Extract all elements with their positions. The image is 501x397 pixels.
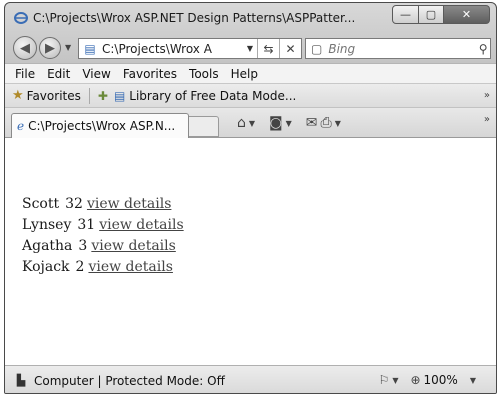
zoom-icon[interactable]: ⊕ [410,373,420,387]
forward-arrow-icon: ▶ [45,40,55,56]
list-item: Lynsey 31 view details [22,217,184,238]
menu-favorites[interactable]: Favorites [117,67,183,81]
status-bar: ▙ Computer | Protected Mode: Off ⚐ ▼ ⊕ 1… [5,366,496,393]
print-icon[interactable]: ⎙ [321,115,332,131]
home-dropdown-icon[interactable]: ▼ [249,119,255,128]
menu-bar: File Edit View Favorites Tools Help [5,63,496,84]
favorites-button[interactable]: Favorites [27,89,81,103]
maximize-button[interactable]: ▢ [419,5,444,24]
person-list: Scott 32 view details Lynsey 31 view det… [22,196,184,280]
person-age: 31 [77,217,96,233]
chevron-icon[interactable]: » [484,90,490,101]
refresh-icon[interactable]: ⇆ [257,39,279,58]
tab-current[interactable]: ℯ C:\Projects\Wrox ASP.N... [11,113,189,138]
protected-mode-icon[interactable]: ⚐ [379,373,390,387]
window-title: C:\Projects\Wrox ASP.NET Design Patterns… [33,11,356,25]
view-details-link[interactable]: view details [87,196,171,212]
favorites-bar: ★ Favorites ✚ ▤ Library of Free Data Mod… [5,84,496,108]
home-icon[interactable]: ⌂ [237,115,246,131]
ie-page-icon: ℯ [17,119,25,133]
computer-icon: ▙ [16,374,26,387]
view-details-link[interactable]: view details [91,238,175,254]
chevron-icon[interactable]: » [484,114,490,125]
address-bar[interactable]: ▤ C:\Projects\Wrox A ▼ ⇆ ✕ [78,38,302,59]
stop-icon[interactable]: ✕ [279,39,301,58]
person-name: Scott [22,196,60,212]
feeds-icon[interactable]: ◙ [269,115,283,131]
menu-file[interactable]: File [9,67,41,81]
list-item: Agatha 3 view details [22,238,184,259]
view-details-link[interactable]: view details [99,217,183,233]
zoom-level[interactable]: 100% [424,373,458,387]
favorites-star-icon[interactable]: ★ [12,88,24,103]
print-dropdown-icon[interactable]: ▼ [335,119,341,128]
minimize-icon: — [400,8,411,21]
tab-title: C:\Projects\Wrox ASP.N... [28,119,176,133]
list-item: Scott 32 view details [22,196,184,217]
favorite-link[interactable]: Library of Free Data Mode... [129,89,296,103]
back-arrow-icon: ◀ [20,40,30,56]
command-bar: ⌂ ▼ ◙ ▼ ✉ ⎙ ▼ [237,115,355,131]
address-input[interactable]: C:\Projects\Wrox A [102,42,243,56]
page-icon: ▤ [84,41,96,56]
view-details-link[interactable]: view details [88,259,172,275]
status-text: Computer | Protected Mode: Off [34,373,225,388]
mail-icon[interactable]: ✉ [306,115,318,131]
zoom-dropdown-icon[interactable]: ▼ [470,376,476,385]
person-name: Lynsey [22,217,72,233]
person-name: Kojack [22,259,70,275]
back-button[interactable]: ◀ [13,36,37,60]
list-item: Kojack 2 view details [22,259,184,280]
maximize-icon: ▢ [425,8,437,21]
person-age: 3 [78,238,88,254]
minimize-button[interactable]: — [392,5,419,24]
person-name: Agatha [22,238,73,254]
divider [88,87,90,104]
feeds-dropdown-icon[interactable]: ▼ [286,119,292,128]
bing-logo-icon: ▢ [311,41,323,56]
title-bar[interactable]: C:\Projects\Wrox ASP.NET Design Patterns… [5,3,496,33]
close-button[interactable]: ✕ [444,5,490,24]
recent-pages-dropdown[interactable]: ▼ [65,43,71,52]
menu-tools[interactable]: Tools [183,67,225,81]
search-icon[interactable]: ⚲ [476,42,490,56]
search-box[interactable]: ▢ ⚲ [305,38,491,59]
page-content: Scott 32 view details Lynsey 31 view det… [5,138,496,366]
close-icon: ✕ [461,8,472,21]
navigation-bar: ◀ ▶ ▼ ▤ C:\Projects\Wrox A ▼ ⇆ ✕ ▢ ⚲ [5,33,496,63]
menu-edit[interactable]: Edit [41,67,76,81]
forward-button[interactable]: ▶ [39,37,61,59]
protected-mode-dropdown-icon[interactable]: ▼ [392,376,398,385]
new-tab-button[interactable] [189,116,219,137]
ie-logo-icon [14,11,28,25]
tab-bar: ℯ C:\Projects\Wrox ASP.N... ⌂ ▼ ◙ ▼ ✉ ⎙ … [5,108,496,138]
menu-help[interactable]: Help [225,67,264,81]
person-age: 2 [75,259,85,275]
page-icon: ▤ [113,88,126,103]
browser-window: C:\Projects\Wrox ASP.NET Design Patterns… [4,2,497,394]
menu-view[interactable]: View [76,67,116,81]
person-age: 32 [65,196,83,212]
search-input[interactable] [328,41,477,56]
address-dropdown-icon[interactable]: ▼ [243,44,257,53]
add-to-favorites-icon[interactable]: ✚ [98,89,108,103]
